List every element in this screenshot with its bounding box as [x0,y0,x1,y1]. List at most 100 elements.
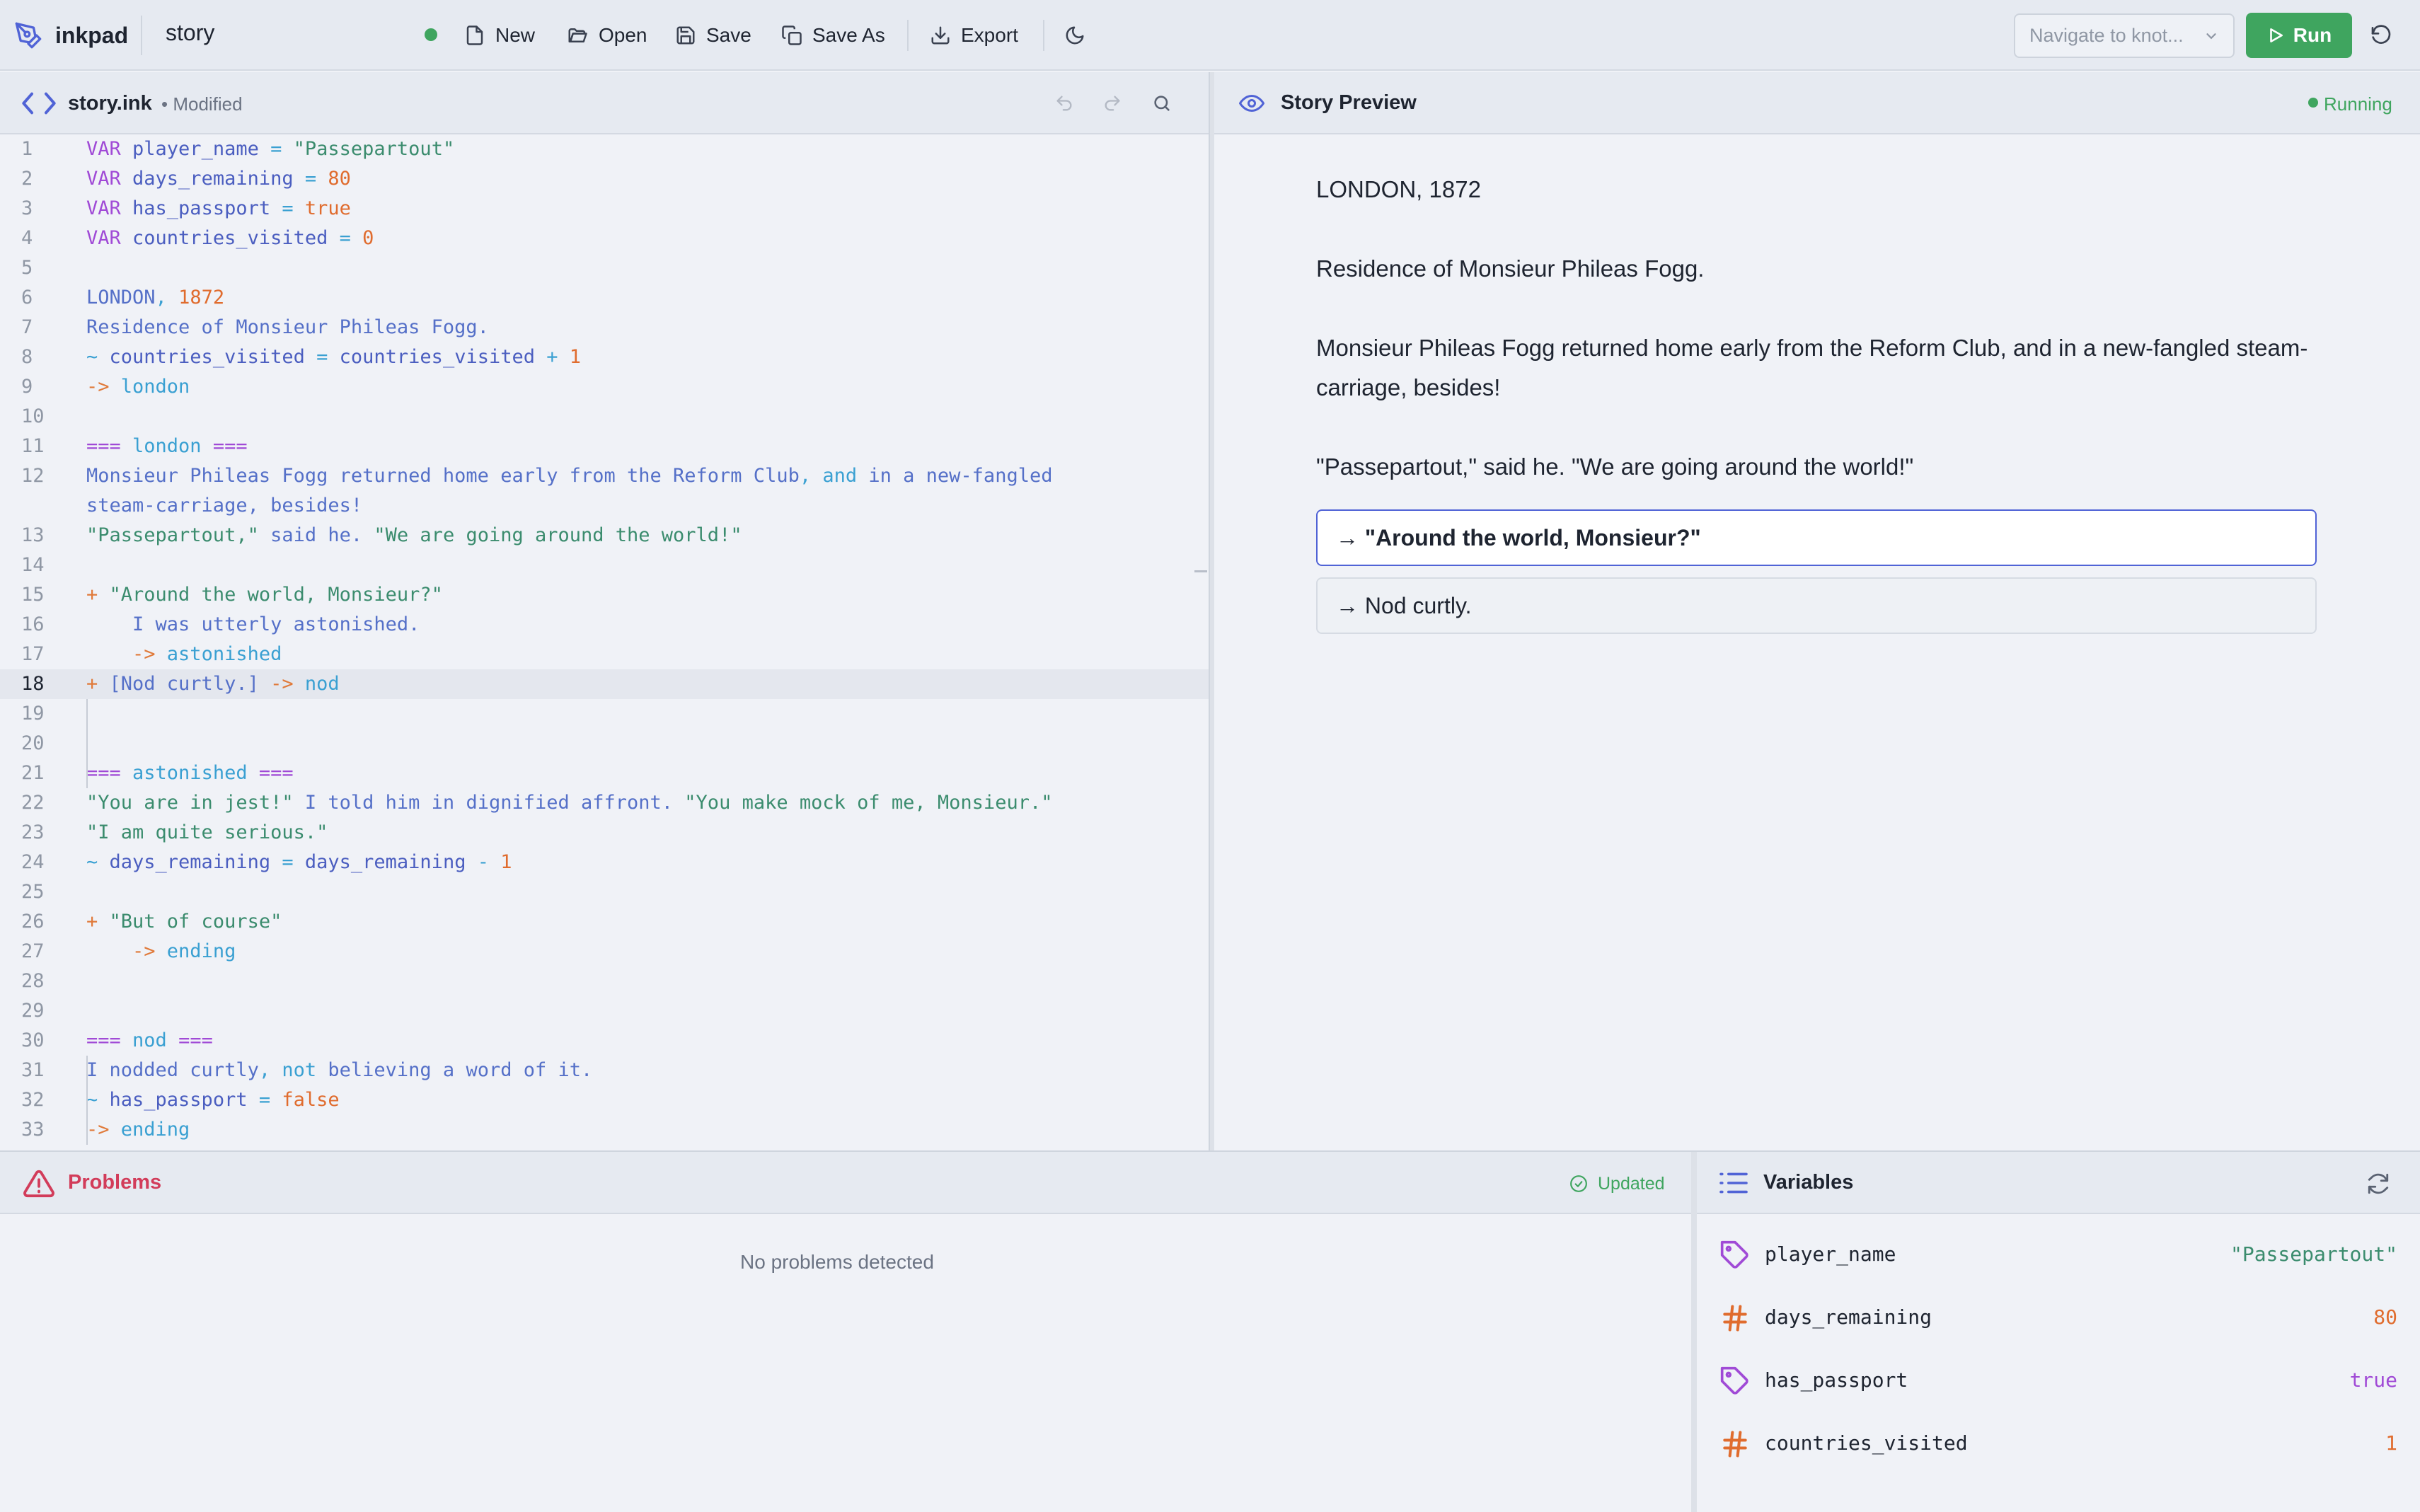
line-number: 9 [21,376,33,398]
variables-panel: player_name "Passepartout" days_remainin… [1697,1214,2420,1512]
theme-toggle-button[interactable] [1064,16,1085,55]
code-line[interactable]: 13 "Passepartout," said he. "We are going… [0,521,1209,550]
code-text: LONDON, 1872 [86,283,224,313]
code-text: === nod === [86,1026,213,1056]
code-line[interactable]: 25 [0,877,1209,907]
code-line[interactable]: 7 Residence of Monsieur Phileas Fogg. [0,313,1209,342]
export-button[interactable]: Export [930,16,1018,55]
pen-nib-icon [14,21,42,50]
code-line[interactable]: 29 [0,996,1209,1026]
code-line[interactable]: 30 === nod === [0,1026,1209,1056]
code-line[interactable]: 28 [0,966,1209,996]
line-number: 19 [21,703,45,725]
code-line[interactable]: 12 Monsieur Phileas Fogg returned home ea… [0,461,1209,491]
story-choice-button[interactable]: → Nod curtly. [1316,577,2317,634]
code-line[interactable]: 15 + "Around the world, Monsieur?" [0,580,1209,610]
code-line[interactable]: 5 [0,253,1209,283]
code-line[interactable]: 20 [0,729,1209,758]
code-text: -> london [86,372,190,402]
pane-splitter[interactable] [1209,72,1214,1150]
code-line[interactable]: 17 -> astonished [0,640,1209,669]
run-button[interactable]: Run [2246,13,2352,58]
code-text: === london === [86,432,248,461]
restart-button[interactable] [2365,19,2397,52]
code-token: said he. [258,524,374,546]
code-line[interactable]: 31 I nodded curtly, not believing a word … [0,1056,1209,1085]
save-as-button[interactable]: Save As [781,16,885,55]
redo-icon[interactable] [1102,93,1122,113]
code-line[interactable]: 2 VAR days_remaining = 80 [0,164,1209,194]
line-number: 3 [21,197,33,219]
code-line[interactable]: 14 [0,550,1209,580]
code-token: nod [304,673,340,695]
running-indicator [2308,98,2318,108]
code-text: VAR countries_visited = 0 [86,224,374,253]
code-token: days_remaining [304,851,466,873]
top-toolbar: inkpad story New Open Save Save As Expor… [0,0,2420,71]
variable-row[interactable]: player_name "Passepartout" [1697,1224,2420,1287]
open-button[interactable]: Open [566,16,647,55]
undo-icon[interactable] [1054,93,1074,113]
code-line[interactable]: 11 === london === [0,432,1209,461]
editor-filename: story.ink [68,92,152,115]
code-token: countries_visited [339,346,535,368]
code-line[interactable]: 4 VAR countries_visited = 0 [0,224,1209,253]
code-line[interactable]: 26 + "But of course" [0,907,1209,937]
tag-icon [1719,1366,1751,1397]
code-editor[interactable]: 1 VAR player_name = "Passepartout" 2 VAR da… [0,134,1209,1150]
code-token: "Passepartout," [86,524,259,546]
code-line[interactable]: 19 [0,699,1209,729]
code-line[interactable]: 22 "You are in jest!" I told him in digni… [0,788,1209,818]
variable-row[interactable]: countries_visited 1 [1697,1413,2420,1476]
save-button[interactable]: Save [675,16,751,55]
code-line[interactable]: 23 "I am quite serious." [0,818,1209,848]
code-line[interactable]: 6 LONDON, 1872 [0,283,1209,313]
code-text: VAR player_name = "Passepartout" [86,134,454,164]
code-line[interactable]: 1 VAR player_name = "Passepartout" [0,134,1209,164]
code-line[interactable]: 10 [0,402,1209,432]
code-token: 1872 [178,287,225,308]
code-line[interactable]: 8 ~ countries_visited = countries_visited… [0,342,1209,372]
modified-status: • Modified [161,93,243,115]
search-icon[interactable] [1152,93,1172,113]
refresh-icon[interactable] [2366,1172,2390,1196]
variable-row[interactable]: has_passport true [1697,1350,2420,1413]
line-number: 26 [21,911,45,933]
code-line[interactable]: 33 -> ending [0,1115,1209,1145]
variable-row[interactable]: days_remaining 80 [1697,1287,2420,1350]
variable-value: true [2349,1368,2397,1392]
new-button[interactable]: New [464,16,535,55]
code-line[interactable]: 21 === astonished === [0,758,1209,788]
line-number: 29 [21,1000,45,1022]
story-choice-button[interactable]: → "Around the world, Monsieur?" [1316,509,2317,566]
code-line[interactable]: 27 -> ending [0,937,1209,966]
code-line[interactable]: 24 ~ days_remaining = days_remaining - 1 [0,848,1209,877]
line-number: 16 [21,613,45,635]
line-number: 12 [21,465,45,487]
code-token: , [155,287,179,308]
code-line[interactable]: 18 + [Nod curtly.] -> nod [0,669,1209,699]
hash-icon [1719,1429,1751,1460]
panel-splitter[interactable] [1691,1152,1697,1512]
code-text: + "But of course" [86,907,282,937]
code-token: === [86,762,133,784]
line-number: 28 [21,970,45,992]
variable-value: "Passepartout" [2230,1242,2397,1266]
code-line[interactable]: steam-carriage, besides! [0,491,1209,521]
hash-icon [1719,1303,1751,1334]
code-token: -> [86,643,167,665]
code-line[interactable]: 9 -> london [0,372,1209,402]
document-name[interactable]: story [166,20,214,46]
code-token: + [534,346,570,368]
check-circle-icon [1569,1175,1588,1193]
line-number: 21 [21,762,45,784]
code-token: + [86,673,110,695]
scrollbar-marker[interactable] [1194,570,1207,572]
code-token: , and [799,465,858,487]
code-line[interactable]: 3 VAR has_passport = true [0,194,1209,224]
code-token: === [86,435,133,457]
code-line[interactable]: 32 ~ has_passport = false [0,1085,1209,1115]
code-line[interactable]: 16 I was utterly astonished. [0,610,1209,640]
navigate-to-knot-select[interactable]: Navigate to knot... [2014,13,2235,58]
code-token: VAR [86,227,133,249]
